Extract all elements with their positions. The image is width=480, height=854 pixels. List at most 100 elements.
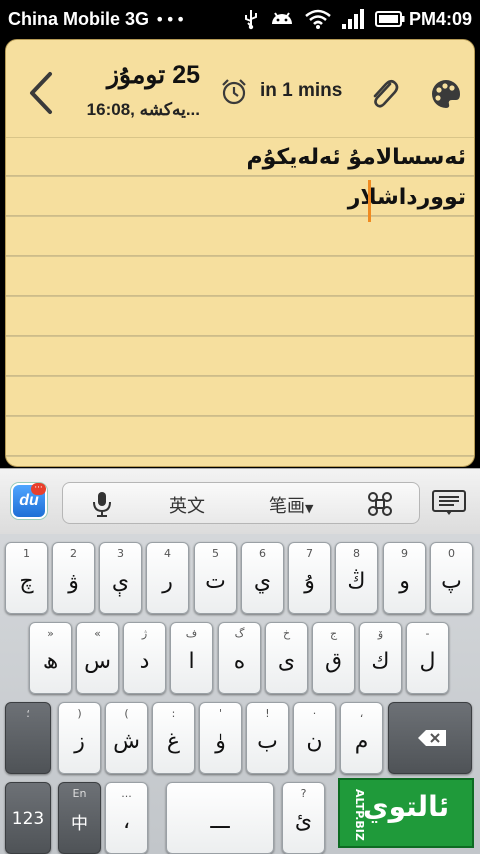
status-bar: China Mobile 3G ••• PM4:09 [0,0,480,38]
english-mode-button[interactable]: 英文 [169,492,205,518]
key-main: ق [324,649,343,674]
stroke-mode-label: 笔画 [269,496,305,517]
key-pe[interactable]: 0پ [430,542,473,614]
key-u[interactable]: 7ۇ [288,542,331,614]
android-icon [271,12,292,24]
key-top: 2 [70,547,77,560]
battery-icon [374,11,405,27]
key-main: ۈ [215,729,226,754]
alarm-icon[interactable] [220,78,248,106]
language-key[interactable]: En 中 [58,782,101,854]
key-top: 6 [259,547,266,560]
key-re[interactable]: 4ر [146,542,189,614]
key-ue[interactable]: ' ۈ [199,702,242,774]
key-me[interactable]: ، م [340,702,383,774]
key-be[interactable]: ! ب [246,702,289,774]
key-main: ۋ [68,569,79,594]
key-main: 123 [11,809,45,829]
key-top: گ [234,627,245,640]
key-top: - [425,627,430,640]
space-key[interactable]: ـــ [166,782,274,854]
key-a[interactable]: فا [170,622,213,694]
signal-icon [341,9,364,29]
note-body[interactable]: ئەسسالامۇ ئەلەيكۇم توورداشلار [6,139,474,466]
notification-dots: ••• [155,9,187,29]
note-line-2: توورداشلار [347,185,466,210]
key-top: : [171,707,176,720]
key-main: ر [162,569,173,594]
key-ghe[interactable]: :غ [152,702,195,774]
key-main: ت [205,569,226,594]
key-che[interactable]: 1چ [5,542,48,614]
key-top: ژ [141,627,148,640]
key-main: چ [19,569,34,594]
key-o[interactable]: 9و [383,542,426,614]
key-ng[interactable]: 8ڭ [335,542,378,614]
key-top: 9 [401,547,408,560]
key-top: ! [265,707,270,720]
key-top: ... [121,787,132,800]
key-de[interactable]: ژد [123,622,166,694]
key-top: ج [329,627,338,640]
reminder-label[interactable]: in 1 mins [260,80,342,102]
screen: { "status_bar": {"carrier": "China Mobil… [0,0,480,854]
key-top: 3 [117,547,124,560]
attachment-icon[interactable] [368,76,400,112]
usb-icon [244,10,257,30]
key-top: ف [185,627,198,640]
command-icon[interactable] [367,491,393,517]
key-qe[interactable]: جق [312,622,355,694]
clock: PM4:09 [408,8,472,29]
key-ze[interactable]: ) ز [58,702,101,774]
key-main: ئ [294,809,313,834]
key-main: ە [233,649,246,674]
key-ke[interactable]: ۆك [359,622,402,694]
key-top: ' [218,707,223,720]
key-main: ڭ [347,569,366,594]
backspace-key[interactable] [388,702,472,774]
note-time: 16:08, يەكشە... [86,100,200,119]
key-ye[interactable]: 6ي [241,542,284,614]
key-top: En [72,787,87,800]
key-te[interactable]: 5ت [194,542,237,614]
key-top: 4 [164,547,171,560]
backspace-icon [418,730,446,746]
key-main: غ [166,729,181,754]
key-top: 5 [212,547,219,560]
key-main: پ [441,569,462,594]
text-cursor [368,180,371,222]
key-top: خ [282,627,291,640]
key-top: ( [124,707,129,720]
key-main: ۇ [304,569,315,594]
notification-badge: ··· [31,483,46,495]
key-le[interactable]: -ل [406,622,449,694]
microphone-icon[interactable] [91,491,113,517]
key-main: ك [371,649,390,674]
key-main: ا [188,649,195,674]
ime-toolbar: du ··· 英文 笔画▼ [0,468,480,534]
key-ae[interactable]: گە [218,622,261,694]
key-main: ـــ [210,809,230,834]
key-ve[interactable]: 2ۋ [52,542,95,614]
shift-key[interactable]: ؛ [5,702,51,774]
key-he[interactable]: » ھ [29,622,72,694]
question-key[interactable]: ? ئ [282,782,325,854]
palette-icon[interactable] [430,78,462,110]
note-date: 25 تومۇز [106,61,200,89]
key-top: » [47,627,54,640]
key-ne[interactable]: · ن [293,702,336,774]
key-main: ز [74,729,85,754]
key-i[interactable]: خى [265,622,308,694]
key-e[interactable]: 3ې [99,542,142,614]
back-arrow-icon[interactable] [22,68,62,118]
key-top: 8 [353,547,360,560]
numbers-key[interactable]: 123 [5,782,51,854]
key-main: ن [306,729,323,754]
key-main: ، [122,809,131,834]
stroke-mode-button[interactable]: 笔画▼ [269,492,313,518]
key-se[interactable]: «س [76,622,119,694]
menu-icon[interactable] [432,490,466,516]
key-she[interactable]: (ش [105,702,148,774]
key-top: ؛ [26,707,30,720]
comma-key[interactable]: ... ، [105,782,148,854]
